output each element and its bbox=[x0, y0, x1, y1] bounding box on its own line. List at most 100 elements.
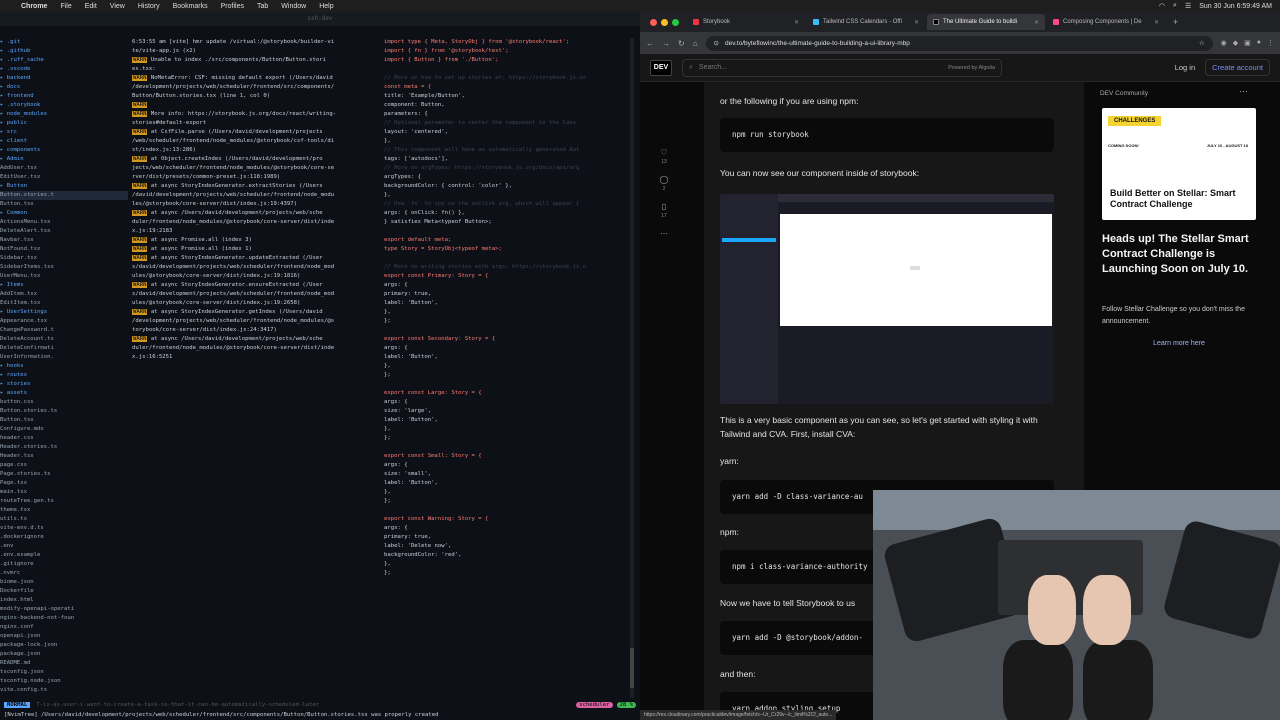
code-line[interactable]: }, bbox=[384, 362, 632, 371]
code-line[interactable]: parameters: { bbox=[384, 110, 632, 119]
tree-file[interactable]: .env bbox=[0, 542, 128, 551]
tree-file[interactable]: tsconfig.json bbox=[0, 668, 128, 677]
code-line[interactable] bbox=[384, 227, 632, 236]
tree-file[interactable]: README.md bbox=[0, 659, 128, 668]
login-link[interactable]: Log in bbox=[1175, 63, 1195, 72]
wifi-icon[interactable]: ◠ bbox=[1159, 2, 1165, 10]
minimize-window-icon[interactable] bbox=[661, 18, 668, 26]
code-line[interactable]: }; bbox=[384, 371, 632, 380]
close-tab-icon[interactable]: ✕ bbox=[1034, 19, 1039, 26]
tree-folder[interactable]: ▸ client bbox=[0, 137, 128, 146]
code-editor[interactable]: import type { Meta, StoryObj } from '@st… bbox=[384, 38, 632, 698]
code-line[interactable]: label: 'Button', bbox=[384, 479, 632, 488]
tab-tailwind[interactable]: Tailwind CSS Calendars - Offi ✕ bbox=[807, 14, 925, 30]
tree-file[interactable]: biome.json bbox=[0, 578, 128, 587]
code-line[interactable]: export const Large: Story = { bbox=[384, 389, 632, 398]
tree-folder[interactable]: ▸ UserSettings bbox=[0, 308, 128, 317]
tree-folder[interactable]: ▸ hooks bbox=[0, 362, 128, 371]
tree-file[interactable]: Sidebar.tsx bbox=[0, 254, 128, 263]
tree-file[interactable]: utils.ts bbox=[0, 515, 128, 524]
tree-file[interactable]: Page.tsx bbox=[0, 479, 128, 488]
tree-folder[interactable]: ▸ .vscode bbox=[0, 65, 128, 74]
tree-file[interactable]: AddItem.tsx bbox=[0, 290, 128, 299]
code-line[interactable]: backgroundColor: { control: 'color' }, bbox=[384, 182, 632, 191]
code-line[interactable]: export const Small: Story = { bbox=[384, 452, 632, 461]
zoom-window-icon[interactable] bbox=[672, 18, 679, 26]
extension-icon[interactable]: ◉ bbox=[1221, 39, 1227, 47]
tree-file[interactable]: Page.stories.ts bbox=[0, 470, 128, 479]
tree-folder[interactable]: ▸ components bbox=[0, 146, 128, 155]
tree-file[interactable]: UserInformation. bbox=[0, 353, 128, 362]
code-line[interactable]: export default meta; bbox=[384, 236, 632, 245]
tree-folder[interactable]: ▸ .git bbox=[0, 38, 128, 47]
tree-file[interactable]: nginx.conf bbox=[0, 623, 128, 632]
tree-file[interactable]: Button.stories.ts bbox=[0, 407, 128, 416]
tree-file[interactable]: nginx-backend-not-foun bbox=[0, 614, 128, 623]
tree-file[interactable]: openapi.json bbox=[0, 632, 128, 641]
tree-folder[interactable]: ▸ Common bbox=[0, 209, 128, 218]
code-line[interactable]: backgroundColor: 'red', bbox=[384, 551, 632, 560]
code-line[interactable]: args: { bbox=[384, 524, 632, 533]
tree-file[interactable]: main.tsx bbox=[0, 488, 128, 497]
tree-file[interactable]: package.json bbox=[0, 650, 128, 659]
tree-file[interactable]: tsconfig.node.json bbox=[0, 677, 128, 686]
tree-file[interactable]: vite.config.ts bbox=[0, 686, 128, 695]
tree-folder[interactable]: ▸ node_modules bbox=[0, 110, 128, 119]
tree-file[interactable]: package-lock.json bbox=[0, 641, 128, 650]
menubar-window[interactable]: Window bbox=[281, 3, 306, 10]
code-line[interactable]: export const Primary: Story = { bbox=[384, 272, 632, 281]
code-block[interactable]: npm run storybook bbox=[720, 118, 1054, 152]
tree-file[interactable]: Appearance.tsx bbox=[0, 317, 128, 326]
back-icon[interactable]: ← bbox=[646, 39, 654, 48]
code-line[interactable]: args: { bbox=[384, 461, 632, 470]
code-line[interactable]: component: Button, bbox=[384, 101, 632, 110]
file-tree[interactable]: ▸ .git ▸ .github ▸ .ruff_cache ▸ .vscode ▸ b… bbox=[0, 38, 128, 702]
tree-folder[interactable]: ▸ .storybook bbox=[0, 101, 128, 110]
tree-file[interactable]: DeleteAccount.ts bbox=[0, 335, 128, 344]
code-line[interactable]: label: 'Button', bbox=[384, 416, 632, 425]
extension-icon[interactable]: ◆ bbox=[1233, 39, 1238, 47]
create-account-button[interactable]: Create account bbox=[1205, 59, 1270, 76]
profile-avatar-icon[interactable]: ● bbox=[1257, 39, 1261, 47]
tree-file[interactable]: NotFound.tsx bbox=[0, 245, 128, 254]
code-line[interactable]: args: { bbox=[384, 344, 632, 353]
tree-file[interactable]: AddUser.tsx bbox=[0, 164, 128, 173]
code-line[interactable]: }; bbox=[384, 317, 632, 326]
code-line[interactable]: title: 'Example/Button', bbox=[384, 92, 632, 101]
tree-file[interactable]: modify-openapi-operati bbox=[0, 605, 128, 614]
tree-file[interactable]: ActionsMenu.tsx bbox=[0, 218, 128, 227]
new-tab-button[interactable]: + bbox=[1167, 17, 1184, 27]
code-line[interactable] bbox=[384, 326, 632, 335]
tree-file[interactable]: .dockerignore bbox=[0, 533, 128, 542]
site-info-icon[interactable]: ⊙ bbox=[714, 39, 719, 47]
tree-folder[interactable]: ▸ Admin bbox=[0, 155, 128, 164]
code-line[interactable] bbox=[384, 254, 632, 263]
editor-scrollbar[interactable] bbox=[630, 38, 634, 698]
tree-folder[interactable]: ▸ Items bbox=[0, 281, 128, 290]
code-line[interactable]: label: 'Button', bbox=[384, 353, 632, 362]
tree-file[interactable]: DeleteAlert.tsx bbox=[0, 227, 128, 236]
code-line[interactable]: import { Button } from './Button'; bbox=[384, 56, 632, 65]
tree-file[interactable]: vite-env.d.ts bbox=[0, 524, 128, 533]
code-line[interactable]: // More on argTypes: https://storybook.j… bbox=[384, 164, 632, 173]
tree-file[interactable]: UserMenu.tsx bbox=[0, 272, 128, 281]
forward-icon[interactable]: → bbox=[662, 39, 670, 48]
tree-file[interactable]: ChangePassword.t bbox=[0, 326, 128, 335]
tree-folder[interactable]: ▸ frontend bbox=[0, 92, 128, 101]
challenge-banner-image[interactable]: CHALLENGES COMING SOON! JULY 10 - AUGUST… bbox=[1102, 108, 1256, 220]
tree-folder[interactable]: ▸ stories bbox=[0, 380, 128, 389]
devto-search-input[interactable]: ⌕ Search... Powered by Algolia bbox=[682, 58, 1002, 77]
code-line[interactable] bbox=[384, 380, 632, 389]
more-options-icon[interactable]: ⋯ bbox=[660, 229, 668, 238]
tree-file[interactable]: index.html bbox=[0, 596, 128, 605]
code-line[interactable]: primary: true, bbox=[384, 290, 632, 299]
tree-file[interactable]: DeleteConfirmati bbox=[0, 344, 128, 353]
tree-file[interactable]: EditItem.tsx bbox=[0, 299, 128, 308]
tree-folder[interactable]: ▸ public bbox=[0, 119, 128, 128]
menubar-file[interactable]: File bbox=[60, 3, 71, 10]
tree-file[interactable]: Header.tsx bbox=[0, 452, 128, 461]
menubar-clock[interactable]: Sun 30 Jun 6:59:49 AM bbox=[1199, 3, 1272, 10]
tree-file[interactable]: page.css bbox=[0, 461, 128, 470]
address-bar[interactable]: ⊙ dev.to/byteflowinc/the-ultimate-guide-… bbox=[705, 35, 1213, 51]
code-line[interactable]: import { fn } from '@storybook/test'; bbox=[384, 47, 632, 56]
